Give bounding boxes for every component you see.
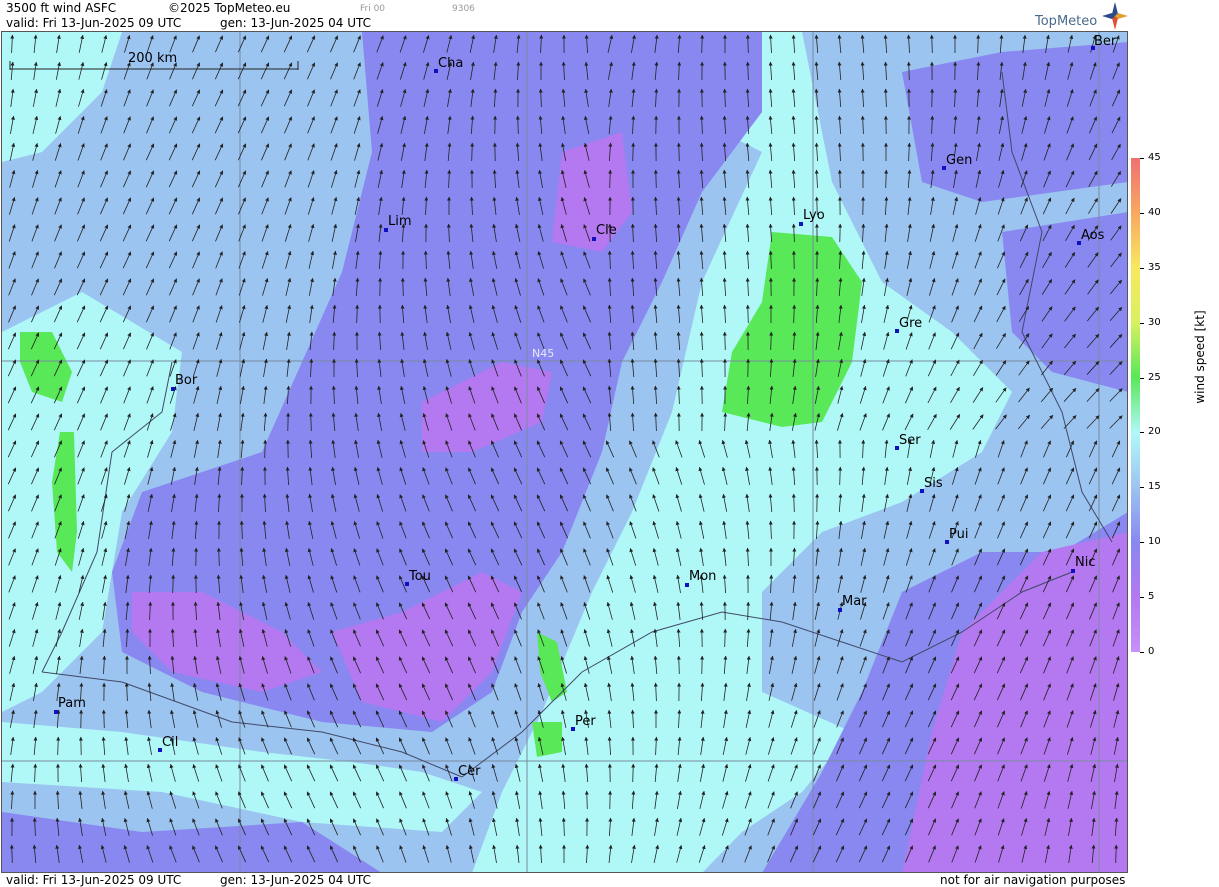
city-label-pui[interactable]: Pui xyxy=(949,527,968,542)
legend-tick-label: 25 xyxy=(1148,371,1161,383)
city-label-nic[interactable]: Nic xyxy=(1075,555,1095,570)
city-label-ber[interactable]: Ber xyxy=(1094,34,1116,49)
legend-tick-label: 45 xyxy=(1148,152,1161,163)
legend-tick-mark xyxy=(1140,542,1144,544)
city-label-ser[interactable]: Ser xyxy=(899,433,921,448)
legend-tick-mark xyxy=(1140,487,1144,489)
legend-tick-label: 15 xyxy=(1148,481,1161,493)
city-label-cle[interactable]: Cle xyxy=(596,223,617,238)
legend-tick-label: 20 xyxy=(1148,426,1161,438)
wind-zone-20-25-d xyxy=(532,722,562,757)
copyright-text: ©2025 TopMeteo.eu xyxy=(168,1,291,15)
city-label-per[interactable]: Per xyxy=(575,714,596,729)
legend-tick-mark xyxy=(1140,267,1144,269)
legend-tick-label: 5 xyxy=(1148,591,1155,603)
legend-tick-mark xyxy=(1140,377,1144,379)
code-label: 9306 xyxy=(452,4,475,14)
legend-tick-mark xyxy=(1140,597,1144,599)
legend-tick-label: 40 xyxy=(1148,206,1161,218)
legend-tick-mark xyxy=(1140,652,1144,653)
city-label-sis[interactable]: Sis xyxy=(924,476,943,491)
city-label-tou[interactable]: Tou xyxy=(409,569,431,584)
city-label-mar[interactable]: Mar xyxy=(842,594,867,609)
city-label-pam[interactable]: Pam xyxy=(58,696,86,711)
scale-label: 200 km xyxy=(128,51,178,66)
legend-tick-mark xyxy=(1140,158,1144,159)
grid-label: N45 xyxy=(532,347,555,360)
legend-tick-mark xyxy=(1140,322,1144,324)
run-label: Fri 00 xyxy=(360,4,386,14)
city-label-lyo[interactable]: Lyo xyxy=(803,208,825,223)
valid-time: valid: Fri 13-Jun-2025 09 UTC xyxy=(6,16,182,30)
city-label-bor[interactable]: Bor xyxy=(175,373,197,388)
footer-gen-time: gen: 13-Jun-2025 04 UTC xyxy=(220,873,372,887)
wind-map[interactable]: 200 km N45 Cha Ber Gen Lim Cle Lyo Aos G… xyxy=(2,32,1128,873)
city-label-aos[interactable]: Aos xyxy=(1081,228,1104,243)
legend-tick-label: 0 xyxy=(1148,646,1155,657)
brand-name: TopMeteo xyxy=(1035,14,1098,29)
legend-title: wind speed [kt] xyxy=(1193,310,1207,404)
legend-tick-mark xyxy=(1140,432,1144,434)
city-label-cha[interactable]: Cha xyxy=(438,56,463,71)
legend-tick-label: 30 xyxy=(1148,316,1161,328)
city-label-gen[interactable]: Gen xyxy=(946,153,972,168)
city-label-mon[interactable]: Mon xyxy=(689,569,716,584)
city-label-cil[interactable]: Cil xyxy=(162,735,178,750)
legend-tick-label: 35 xyxy=(1148,261,1161,273)
city-label-cer[interactable]: Cer xyxy=(458,764,480,779)
legend-tick-label: 10 xyxy=(1148,536,1161,548)
footer-valid-time: valid: Fri 13-Jun-2025 09 UTC xyxy=(6,873,182,887)
gen-time: gen: 13-Jun-2025 04 UTC xyxy=(220,16,372,30)
legend-tick-mark xyxy=(1140,212,1144,214)
wind-speed-colorbar xyxy=(1131,158,1140,652)
disclaimer: not for air navigation purposes xyxy=(940,873,1126,887)
compass-logo-icon xyxy=(1102,2,1128,30)
city-label-gre[interactable]: Gre xyxy=(899,316,922,331)
map-title: 3500 ft wind ASFC xyxy=(6,1,117,15)
city-label-lim[interactable]: Lim xyxy=(388,214,412,229)
